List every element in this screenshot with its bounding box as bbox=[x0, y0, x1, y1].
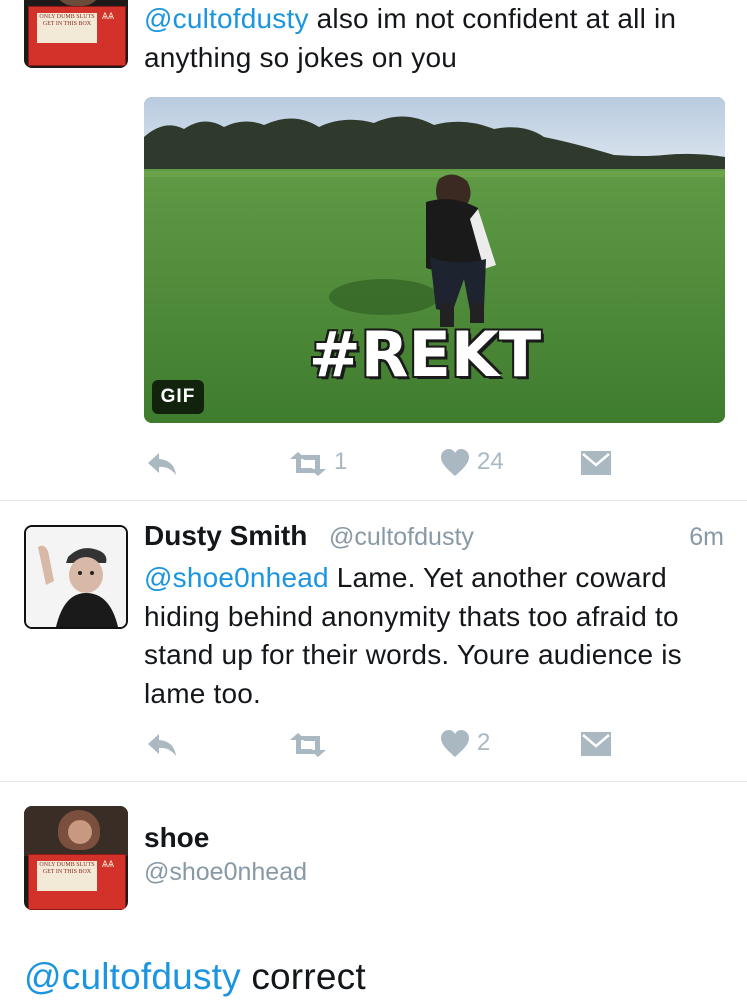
divider bbox=[0, 500, 747, 501]
avatar-box-sign: ONLY DUMB SLUTS GET IN THIS BOX ѦѦ bbox=[28, 6, 126, 66]
mention-link[interactable]: @cultofdusty bbox=[144, 3, 309, 34]
like-icon[interactable] bbox=[440, 730, 470, 758]
direct-message-icon[interactable] bbox=[580, 731, 612, 757]
avatar[interactable] bbox=[24, 525, 128, 629]
like-icon[interactable] bbox=[440, 449, 470, 477]
divider bbox=[0, 781, 747, 782]
direct-message-icon[interactable] bbox=[580, 450, 612, 476]
author-handle[interactable]: @cultofdusty bbox=[329, 523, 474, 552]
avatar[interactable]: ONLY DUMB SLUTS GET IN THIS BOX ѦѦ bbox=[24, 806, 128, 910]
mention-link[interactable]: @cultofdusty bbox=[24, 956, 241, 997]
retweet-icon[interactable] bbox=[288, 451, 328, 477]
author-name[interactable]: Dusty Smith bbox=[144, 520, 307, 552]
tweet-text: @cultofdusty also im not confident at al… bbox=[144, 3, 677, 73]
author-handle[interactable]: @shoe0nhead bbox=[144, 858, 307, 887]
tweet-time: 6m bbox=[689, 523, 724, 551]
gif-overlay-text: #REKT bbox=[308, 318, 542, 391]
avatar-box-sign: ONLY DUMB SLUTS GET IN THIS BOX ѦѦ bbox=[28, 854, 126, 910]
mention-link[interactable]: @shoe0nhead bbox=[144, 562, 329, 593]
retweet-count: 1 bbox=[334, 448, 348, 475]
gif-badge: GIF bbox=[152, 380, 204, 414]
like-count: 24 bbox=[477, 448, 504, 475]
avatar-sign-text: ONLY DUMB SLUTS GET IN THIS BOX bbox=[37, 13, 97, 43]
reply-icon[interactable] bbox=[146, 451, 178, 477]
like-count: 2 bbox=[477, 729, 491, 756]
avatar-sign-text: ONLY DUMB SLUTS GET IN THIS BOX bbox=[37, 861, 97, 891]
reply-icon[interactable] bbox=[146, 732, 178, 758]
avatar[interactable]: ONLY DUMB SLUTS GET IN THIS BOX ѦѦ bbox=[24, 0, 128, 68]
tweet-text: @shoe0nhead Lame. Yet another coward hid… bbox=[144, 562, 682, 709]
gif-media[interactable]: #REKT GIF bbox=[144, 97, 725, 423]
avatar-photo bbox=[26, 527, 126, 627]
author-name[interactable]: shoe bbox=[144, 822, 209, 854]
tweet-text: @cultofdusty correct bbox=[24, 956, 366, 997]
retweet-icon[interactable] bbox=[288, 732, 328, 758]
